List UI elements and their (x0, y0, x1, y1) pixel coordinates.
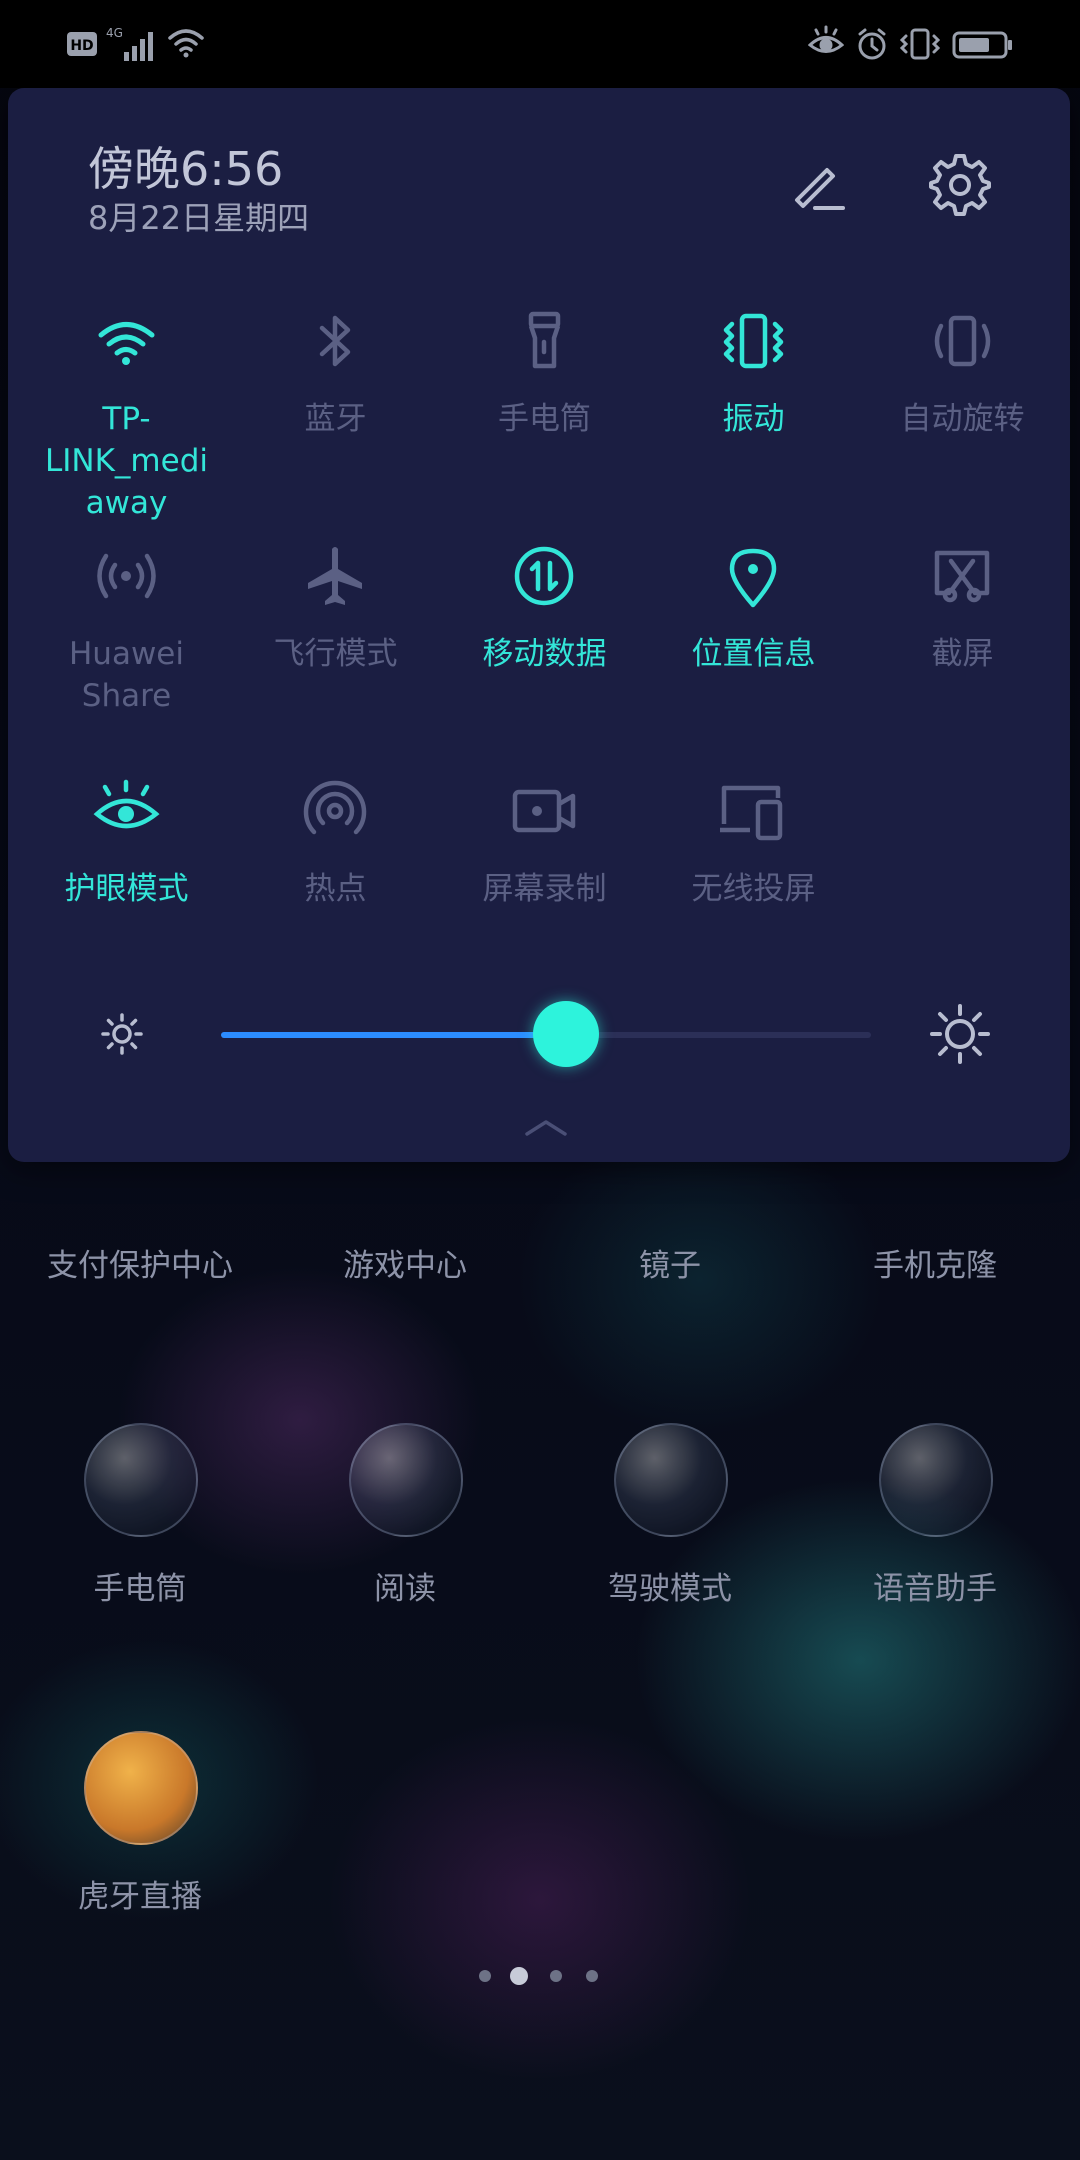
app-name: 语音助手 (873, 1571, 997, 1607)
hd-icon: HD (66, 24, 98, 64)
location-icon (729, 548, 777, 608)
app-voice-assistant[interactable]: 语音助手 (800, 1373, 1070, 1673)
tile-wifi[interactable]: TP-LINK_medi away (22, 288, 231, 521)
app-name: 镜子 (639, 1248, 701, 1284)
brightness-slider-fill (221, 1032, 566, 1038)
tile-label: 位置信息 (691, 636, 816, 672)
airplane-icon (308, 547, 362, 605)
flashlight-app-icon (84, 1423, 198, 1537)
tile-label: Huawei Share (69, 636, 184, 714)
screen-record-icon (512, 789, 576, 833)
tile-mobile-data[interactable]: 移动数据 (440, 523, 649, 743)
tile-label: 无线投屏 (691, 871, 816, 907)
eye-comfort-icon (93, 779, 160, 829)
app-name: 手机克隆 (873, 1248, 997, 1284)
tile-label: 屏幕录制 (482, 871, 607, 907)
vibrate-icon (723, 313, 784, 369)
hd-label: HD (70, 38, 93, 54)
tile-hotspot[interactable]: 热点 (231, 758, 440, 978)
panel-date: 8月22日星期四 (88, 199, 310, 237)
app-name: 阅读 (374, 1571, 436, 1607)
screenshot-icon (934, 550, 990, 603)
tile-label: TP-LINK_medi away (45, 401, 208, 521)
tile-label: 移动数据 (482, 636, 607, 672)
huawei-share-icon (97, 553, 156, 599)
reading-app-icon (349, 1423, 463, 1537)
app-name: 虎牙直播 (78, 1879, 202, 1915)
tile-label: 飞行模式 (273, 636, 398, 672)
app-huya-live[interactable]: 虎牙直播 (5, 1681, 275, 1981)
vibrate-icon (898, 24, 942, 64)
app-driving-mode[interactable]: 驾驶模式 (535, 1373, 805, 1673)
wifi-icon (98, 322, 155, 365)
app-reading[interactable]: 阅读 (270, 1373, 540, 1673)
tile-location[interactable]: 位置信息 (649, 523, 858, 743)
auto-rotate-icon (934, 315, 991, 367)
hotspot-icon (303, 780, 367, 835)
app-name: 驾驶模式 (608, 1571, 732, 1607)
tile-screen-record[interactable]: 屏幕录制 (440, 758, 649, 978)
brightness-low-icon (82, 994, 162, 1074)
quick-settings-panel: 傍晚6:56 8月22日星期四 TP-LINK_medi away 蓝牙 手电筒… (8, 88, 1070, 1162)
tile-wireless-projection[interactable]: 无线投屏 (649, 758, 858, 978)
page-dot[interactable] (586, 1970, 598, 1982)
tile-label: 护眼模式 (64, 871, 189, 907)
brightness-slider-thumb[interactable] (532, 1001, 599, 1067)
tile-flashlight[interactable]: 手电筒 (440, 288, 649, 508)
tile-eye-comfort[interactable]: 护眼模式 (22, 758, 231, 978)
alarm-icon (854, 24, 890, 64)
eye-comfort-icon (807, 24, 845, 64)
page-dot[interactable] (479, 1970, 491, 1982)
voice-assistant-icon (879, 1423, 993, 1537)
tile-huawei-share[interactable]: Huawei Share (22, 523, 231, 743)
tile-airplane-mode[interactable]: 飞行模式 (231, 523, 440, 743)
mobile-data-icon (514, 546, 574, 606)
app-name: 支付保护中心 (47, 1248, 233, 1284)
tile-label: 手电筒 (498, 401, 591, 437)
tile-screenshot[interactable]: 截屏 (858, 523, 1067, 743)
app-flashlight[interactable]: 手电筒 (5, 1373, 275, 1673)
flashlight-icon (528, 311, 561, 369)
wireless-projection-icon (720, 785, 783, 841)
network-label: 4G (106, 26, 123, 40)
status-bar: HD 4G (0, 0, 1080, 88)
app-name: 手电筒 (93, 1571, 187, 1607)
tile-label: 振动 (722, 401, 785, 437)
bluetooth-icon (319, 315, 351, 367)
page-indicator (0, 1962, 1080, 1992)
steering-wheel-icon (614, 1423, 728, 1537)
tile-label: 自动旋转 (900, 401, 1025, 437)
tile-label: 蓝牙 (304, 401, 367, 437)
tile-auto-rotate[interactable]: 自动旋转 (858, 288, 1067, 508)
tile-label: 热点 (304, 871, 367, 907)
huya-live-icon (84, 1731, 198, 1845)
page-dot[interactable] (550, 1970, 562, 1982)
brightness-slider[interactable] (221, 1001, 871, 1067)
gear-icon[interactable] (920, 145, 1000, 225)
4g-signal-icon: 4G (106, 24, 156, 64)
collapse-handle-icon[interactable] (506, 1108, 586, 1148)
page-dot-active[interactable] (510, 1967, 528, 1985)
pencil-icon[interactable] (778, 145, 858, 225)
app-name: 游戏中心 (343, 1248, 467, 1284)
battery-icon (952, 24, 1014, 64)
panel-time: 傍晚6:56 (88, 142, 284, 196)
wifi-signal-icon (166, 24, 210, 64)
brightness-high-icon (920, 994, 1000, 1074)
tile-label: 截屏 (931, 636, 994, 672)
tile-vibrate[interactable]: 振动 (649, 288, 858, 508)
tile-bluetooth[interactable]: 蓝牙 (231, 288, 440, 508)
